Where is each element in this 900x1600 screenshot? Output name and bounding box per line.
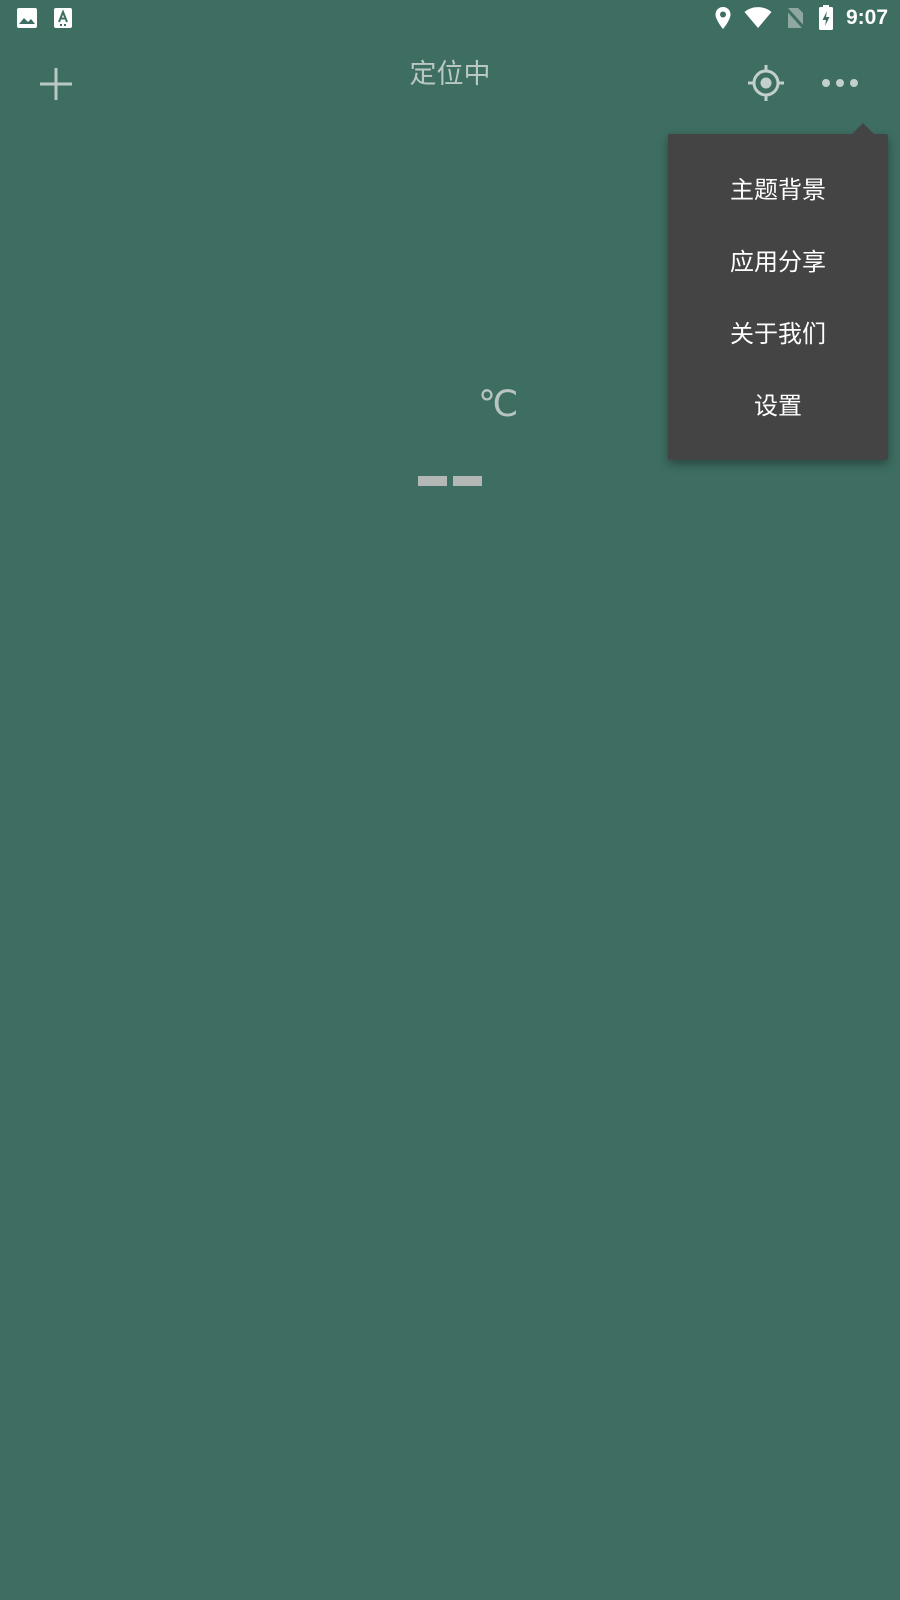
location-pin-icon: [714, 6, 732, 30]
app-bar: 定位中: [0, 36, 900, 132]
menu-item-about-us[interactable]: 关于我们: [668, 298, 888, 370]
status-bar-notifications: [16, 7, 73, 33]
wifi-icon: [744, 7, 772, 29]
image-icon: [16, 7, 38, 33]
status-bar: 9:07: [0, 0, 900, 36]
status-bar-system: 9:07: [714, 5, 888, 31]
status-clock: 9:07: [845, 6, 888, 29]
menu-item-settings[interactable]: 设置: [668, 370, 888, 442]
overflow-menu: 主题背景 应用分享 关于我们 设置: [668, 123, 888, 460]
no-sim-icon: [784, 6, 806, 30]
menu-pointer: [852, 123, 874, 134]
text-font-icon: [53, 7, 73, 33]
more-options-button[interactable]: [818, 66, 862, 100]
menu-item-theme-background[interactable]: 主题背景: [668, 154, 888, 226]
placeholder-dash-segment: [418, 476, 447, 486]
gps-target-icon: [748, 65, 784, 101]
battery-charging-icon: [818, 5, 834, 31]
locate-button[interactable]: [746, 63, 786, 103]
temperature-unit: ℃: [478, 384, 519, 425]
placeholder-dash-segment: [453, 476, 482, 486]
menu-item-share-app[interactable]: 应用分享: [668, 226, 888, 298]
more-horizontal-icon: [822, 79, 858, 87]
temperature-placeholder: [418, 476, 482, 486]
